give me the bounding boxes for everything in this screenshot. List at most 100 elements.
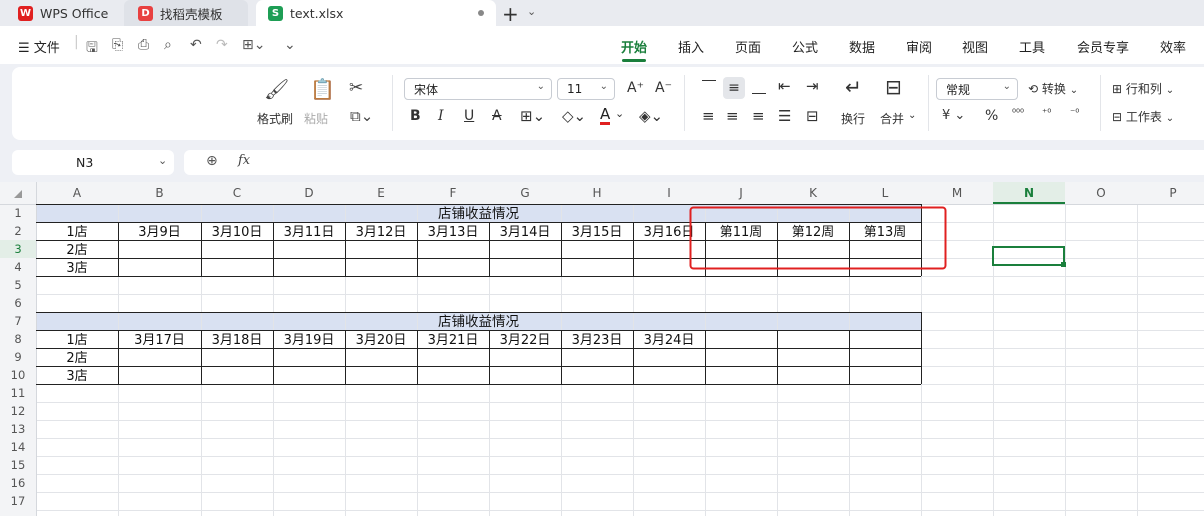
new-tab-button[interactable]: + (502, 2, 519, 26)
file-menu-label: 文件 (33, 41, 60, 56)
tab-docer[interactable]: D 找稻壳模板 (124, 0, 248, 26)
tab-menu-chevron-icon[interactable]: ⌄ (527, 5, 536, 18)
table-header-cell-2: 3月23日 (572, 333, 623, 348)
row-header-7: 7 (14, 314, 21, 328)
font-name-select[interactable]: 宋体 ⌄ (404, 78, 552, 100)
print-icon[interactable]: ⎙ (138, 37, 149, 53)
column-header-N: N (1024, 186, 1034, 200)
column-header-I: I (667, 186, 671, 200)
store-label-2: 2店 (66, 351, 87, 366)
chevron-down-icon: ⌄ (599, 81, 608, 92)
menu-item-efficiency[interactable]: 效率 (1160, 37, 1186, 56)
table-title-2: 店铺收益情况 (438, 314, 519, 330)
file-menu-button[interactable]: ☰ 文件 (18, 37, 60, 56)
menu-item-tools[interactable]: 工具 (1019, 37, 1045, 56)
merge-cells-icon[interactable]: ⊟ (885, 75, 902, 99)
column-header-J: J (738, 186, 743, 200)
chevron-down-icon[interactable]: ⌄ (158, 154, 167, 167)
menu-item-review[interactable]: 审阅 (906, 37, 932, 56)
chevron-down-icon: ⌄ (536, 81, 545, 92)
undo-icon[interactable]: ↶ (190, 37, 202, 53)
selected-cell-outline (992, 246, 1065, 266)
chevron-down-icon[interactable]: ⌄ (908, 110, 916, 121)
distributed-icon[interactable]: ⊟ (806, 107, 819, 125)
tab-label: 找稻壳模板 (160, 6, 223, 22)
tab-bar: W WPS Office D 找稻壳模板 S text.xlsx + ⌄ (0, 0, 1204, 26)
hamburger-icon: ☰ (18, 41, 30, 56)
menu-item-page[interactable]: 页面 (735, 37, 761, 56)
spreadsheet-grid[interactable]: A B C D E F G H I J K L M N O P 1 2 3 4 5 6 7 8 9 10 11 12 13 14 15 16 1… (0, 182, 1204, 516)
align-bottom-icon[interactable]: ⎽ (752, 79, 766, 95)
strikethrough-icon[interactable]: A (492, 108, 502, 124)
decrease-indent-icon[interactable]: ⇤ (778, 77, 791, 95)
align-top-icon[interactable]: ⎺ (702, 79, 716, 95)
bold-icon[interactable]: B (410, 108, 421, 124)
align-center-icon[interactable]: ≡ (726, 107, 739, 125)
print-preview-icon[interactable]: ⌕ (164, 37, 172, 53)
table-header-cell-2: 3月18日 (212, 333, 263, 348)
format-painter-label[interactable]: 格式刷 (257, 110, 293, 127)
number-format-select[interactable]: 常规 ⌄ (936, 78, 1018, 100)
menu-item-member[interactable]: 会员专享 (1077, 37, 1129, 56)
menu-item-formula[interactable]: 公式 (792, 37, 818, 56)
redo-icon[interactable]: ↷ (216, 37, 228, 53)
merge-cells-label[interactable]: 合并 (880, 110, 904, 127)
grid-canvas[interactable]: A B C D E F G H I J K L M N O P123456789101112131415161… (0, 182, 1204, 516)
format-painter-icon[interactable]: 🖌 (264, 77, 289, 101)
wrap-text-icon[interactable]: ↵ (845, 75, 862, 99)
copy-icon[interactable]: ⧉⌄ (350, 107, 373, 125)
menu-item-view[interactable]: 视图 (962, 37, 988, 56)
border-icon[interactable]: ⊞⌄ (520, 107, 545, 125)
increase-indent-icon[interactable]: ⇥ (806, 77, 819, 95)
decrease-decimal-icon[interactable]: ⁻⁰ (1070, 108, 1079, 119)
tab-text-xlsx[interactable]: S text.xlsx (256, 0, 496, 26)
convert-button[interactable]: ⟲ 转换 ⌄ (1028, 80, 1078, 97)
row-header-3: 3 (14, 242, 21, 256)
customize-toolbar-icon[interactable]: ⊞⌄ (242, 37, 265, 53)
row-header-15: 15 (11, 458, 26, 472)
row-header-17: 17 (11, 494, 26, 508)
worksheet-button[interactable]: ⊟ 工作表 ⌄ (1112, 108, 1174, 125)
align-right-icon[interactable]: ≡ (752, 107, 765, 125)
currency-icon[interactable]: ¥ ⌄ (942, 108, 965, 123)
clear-format-icon[interactable]: ◈⌄ (639, 107, 663, 125)
wrap-text-label[interactable]: 换行 (841, 110, 865, 127)
align-middle-icon[interactable]: ≡ (723, 77, 745, 99)
column-header-K: K (809, 186, 818, 200)
increase-font-icon[interactable]: A⁺ (627, 80, 644, 96)
percent-icon[interactable]: % (985, 108, 998, 124)
fx-icon[interactable]: fx (238, 153, 250, 168)
name-box[interactable]: N3 ⌄ (12, 150, 174, 175)
underline-icon[interactable]: U (464, 108, 474, 124)
chevron-down-icon[interactable]: ⌄ (615, 107, 624, 120)
row-header-4: 4 (14, 260, 21, 274)
share-icon[interactable]: ⎘ (112, 37, 123, 53)
formula-bar: ⊕ fx (184, 150, 1204, 175)
fill-handle (1061, 262, 1066, 267)
paste-icon[interactable]: 📋 (310, 77, 335, 101)
row-col-button[interactable]: ⊞ 行和列 ⌄ (1112, 80, 1174, 97)
zoom-icon[interactable]: ⊕ (206, 153, 218, 169)
paste-label[interactable]: 粘贴 (304, 110, 328, 127)
justify-icon[interactable]: ☰ (778, 107, 791, 125)
more-chevron-icon[interactable]: ⌄ (284, 37, 296, 53)
decrease-font-icon[interactable]: A⁻ (655, 80, 672, 96)
cut-icon[interactable]: ✂ (349, 78, 363, 98)
toolbar-divider: | (74, 34, 79, 50)
font-color-icon[interactable]: A (600, 107, 611, 125)
fill-color-icon[interactable]: ◇⌄ (562, 107, 586, 125)
column-header-B: B (155, 186, 163, 200)
store-label-2: 3店 (66, 369, 87, 384)
menu-item-insert[interactable]: 插入 (678, 37, 704, 56)
menu-item-start[interactable]: 开始 (621, 37, 647, 56)
align-left-icon[interactable]: ≡ (702, 107, 715, 125)
save-icon[interactable]: 🖫 (86, 37, 98, 61)
unsaved-dot-icon (478, 10, 484, 16)
font-name-value: 宋体 (414, 82, 439, 97)
increase-decimal-icon[interactable]: ⁺⁰ (1042, 108, 1051, 119)
tab-wps-office[interactable]: W WPS Office (18, 0, 108, 26)
thousands-icon[interactable]: ⁰⁰⁰ (1012, 108, 1024, 119)
menu-item-data[interactable]: 数据 (849, 37, 875, 56)
font-size-select[interactable]: 11 ⌄ (557, 78, 615, 100)
italic-icon[interactable]: I (438, 108, 444, 124)
